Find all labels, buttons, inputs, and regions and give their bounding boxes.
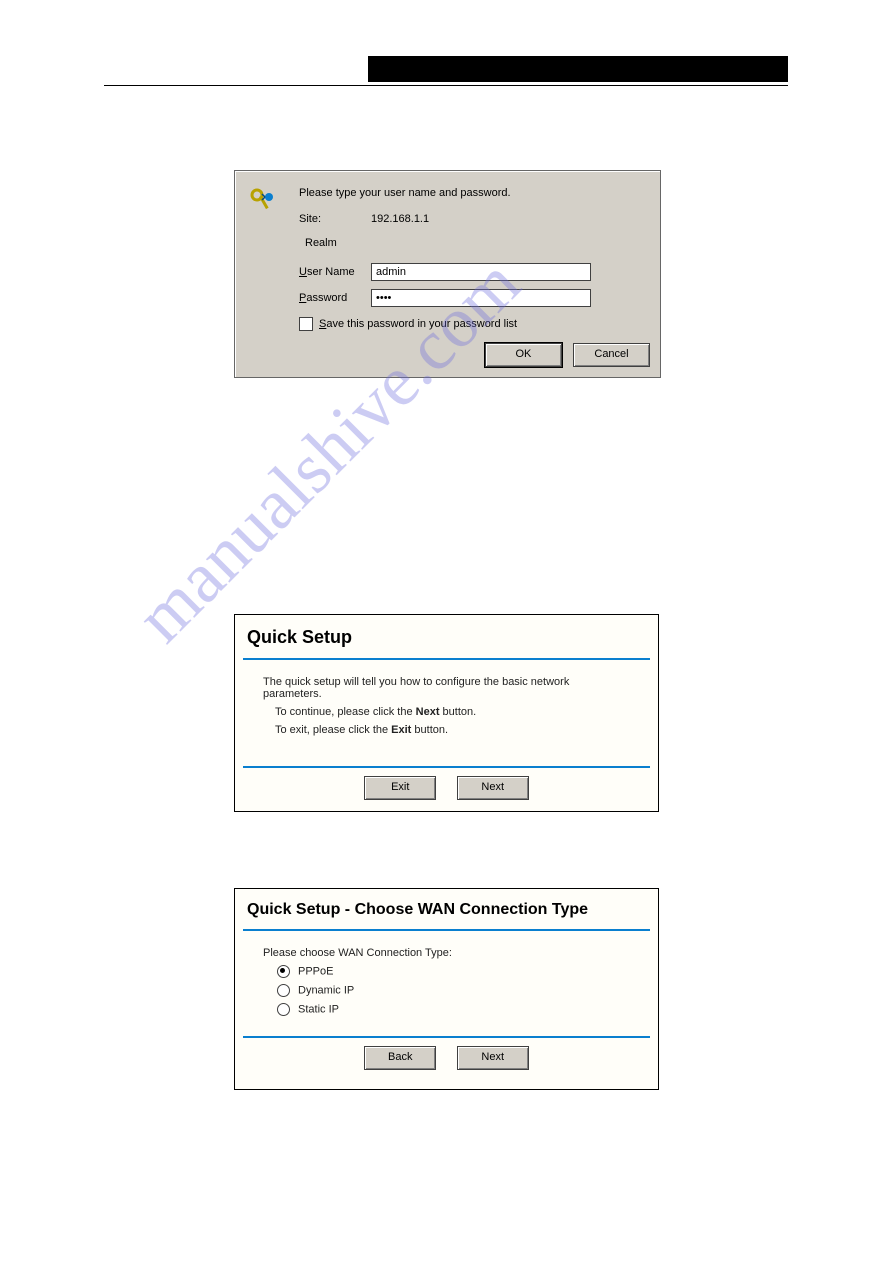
header-rule: [104, 85, 788, 86]
next-button[interactable]: Next: [457, 776, 529, 800]
quick-setup-exit: To exit, please click the Exit button.: [275, 724, 630, 736]
auth-prompt-text: Please type your user name and password.: [299, 187, 511, 199]
header-black-bar: [368, 56, 788, 82]
wan-setup-buttons: Back Next: [235, 1038, 658, 1084]
quick-setup-intro: The quick setup will tell you how to con…: [263, 676, 630, 700]
wan-setup-body: Please choose WAN Connection Type: PPPoE…: [235, 931, 658, 1036]
wan-option-label: Static IP: [298, 1003, 339, 1015]
username-label: User Name: [299, 266, 371, 278]
auth-prompt: Please type your user name and password.: [299, 187, 511, 199]
quick-setup-continue: To continue, please click the Next butto…: [275, 706, 630, 718]
radio-icon[interactable]: [277, 965, 290, 978]
password-input[interactable]: [371, 289, 591, 307]
username-row: User Name: [299, 263, 591, 281]
wan-option-label: Dynamic IP: [298, 984, 354, 996]
quick-setup-body: The quick setup will tell you how to con…: [235, 660, 658, 766]
wan-option-pppoe[interactable]: PPPoE: [277, 965, 630, 978]
radio-icon[interactable]: [277, 1003, 290, 1016]
username-input[interactable]: [371, 263, 591, 281]
wan-prompt: Please choose WAN Connection Type:: [263, 947, 630, 959]
password-label: Password: [299, 292, 371, 304]
realm-row: Realm: [305, 237, 337, 249]
site-value: 192.168.1.1: [371, 213, 591, 225]
exit-button[interactable]: Exit: [364, 776, 436, 800]
back-button[interactable]: Back: [364, 1046, 436, 1070]
quick-setup-title: Quick Setup: [235, 615, 658, 658]
auth-dialog: Please type your user name and password.…: [234, 170, 661, 378]
wan-setup-title: Quick Setup - Choose WAN Connection Type: [235, 889, 658, 929]
wan-option-label: PPPoE: [298, 965, 333, 977]
save-password-checkbox[interactable]: [299, 317, 313, 331]
wan-option-dynamic[interactable]: Dynamic IP: [277, 984, 630, 997]
quick-setup-panel: Quick Setup The quick setup will tell yo…: [234, 614, 659, 812]
auth-buttons: OK Cancel: [477, 343, 650, 367]
radio-icon[interactable]: [277, 984, 290, 997]
next-button[interactable]: Next: [457, 1046, 529, 1070]
save-password-row: Save this password in your password list: [299, 317, 517, 331]
realm-label: Realm: [305, 237, 337, 249]
ok-button[interactable]: OK: [485, 343, 562, 367]
save-password-label: Save this password in your password list: [319, 318, 517, 330]
password-row: Password: [299, 289, 591, 307]
quick-setup-buttons: Exit Next: [235, 768, 658, 814]
wan-setup-panel: Quick Setup - Choose WAN Connection Type…: [234, 888, 659, 1090]
site-label: Site:: [299, 213, 371, 225]
cancel-button[interactable]: Cancel: [573, 343, 650, 367]
key-icon: [249, 187, 277, 218]
wan-option-static[interactable]: Static IP: [277, 1003, 630, 1016]
site-row: Site: 192.168.1.1: [299, 213, 591, 225]
